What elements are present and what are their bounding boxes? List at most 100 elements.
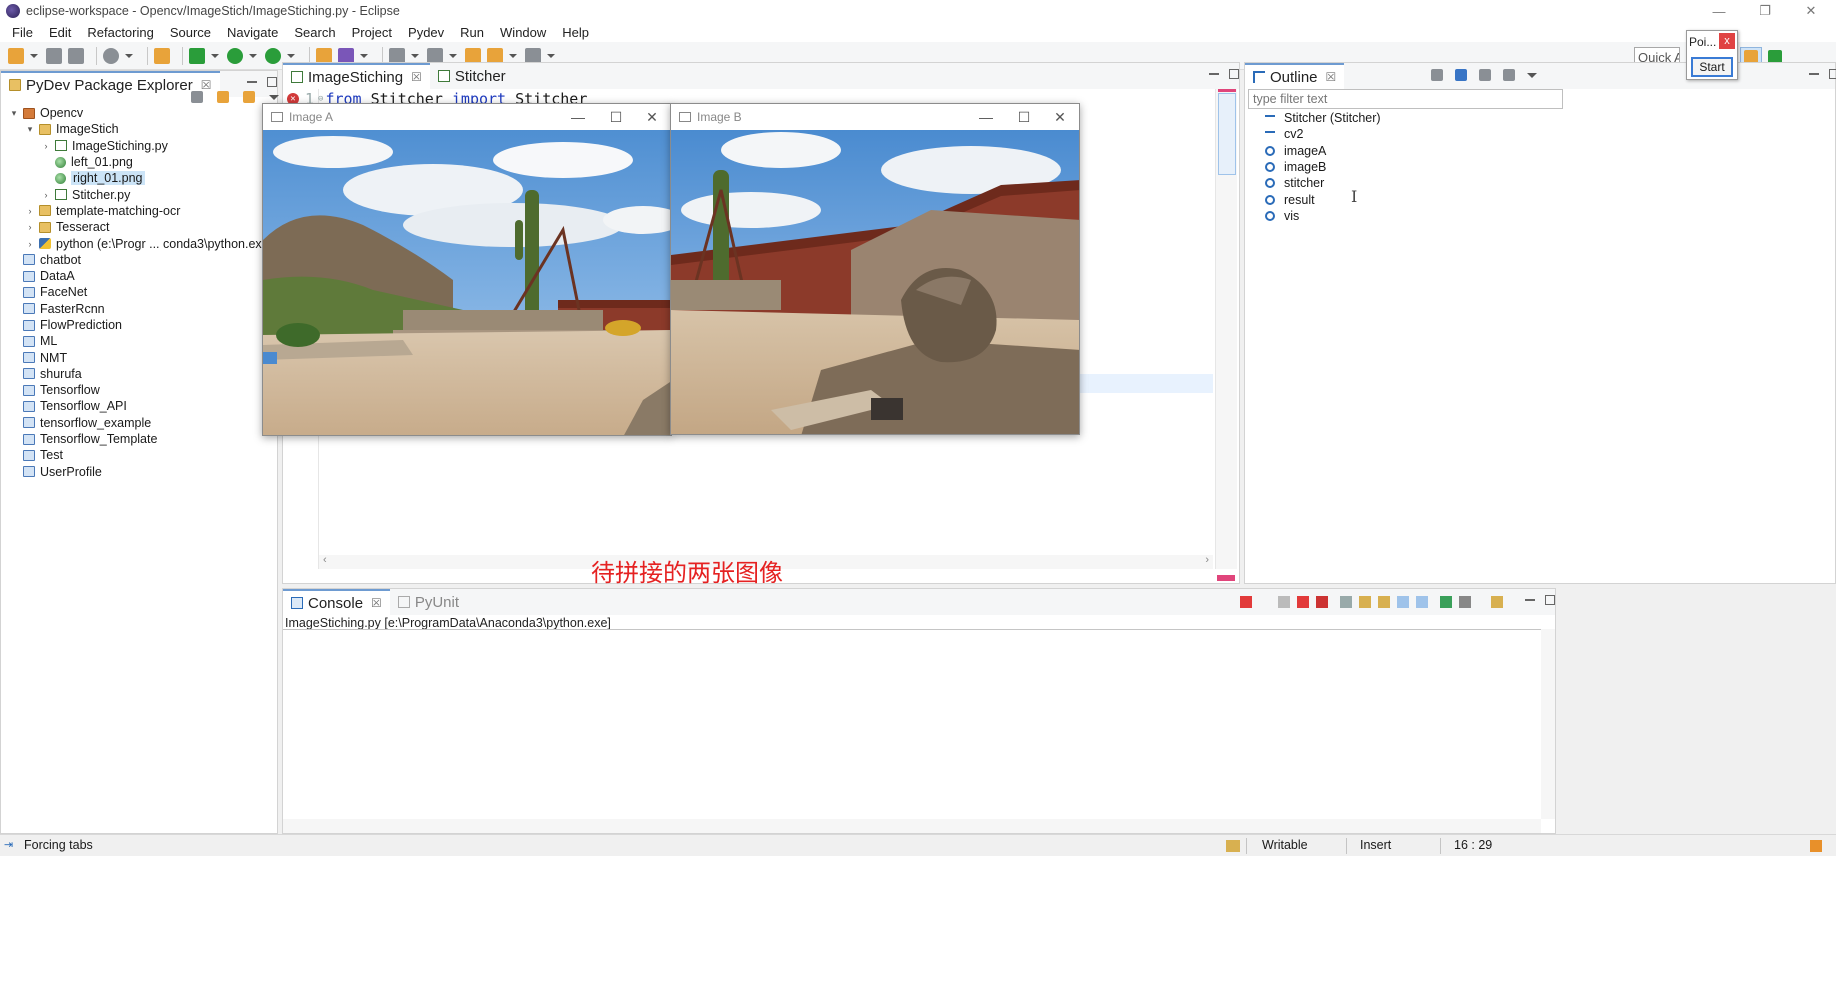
chevron-down-icon[interactable]: ▾ [9,108,19,119]
pydev-project-icon[interactable] [154,47,170,64]
menu-source[interactable]: Source [162,25,219,40]
menu-run[interactable]: Run [452,25,492,40]
view-menu-icon[interactable] [1527,73,1537,78]
prev-annotation-dropdown-icon[interactable] [449,53,457,58]
minimize-button[interactable]: — [967,104,1005,130]
disconnect-icon[interactable] [1297,596,1309,608]
tree-item[interactable]: NMT [1,349,277,365]
outline-filter-input[interactable]: type filter text [1248,89,1563,109]
maximize-icon[interactable] [267,77,277,87]
chevron-right-icon[interactable]: › [25,222,35,232]
tree-item[interactable]: right_01.png [1,170,277,186]
tree-item[interactable]: ▾ Opencv [1,105,277,121]
outline-item[interactable]: result [1265,191,1381,207]
new-dropdown-icon[interactable] [30,53,38,58]
image-b-window[interactable]: Image B — ☐ ✕ [670,103,1080,435]
maximize-button[interactable]: ☐ [597,104,635,130]
tree-item[interactable]: left_01.png [1,154,277,170]
chevron-right-icon[interactable]: › [41,141,51,151]
chevron-right-icon[interactable]: › [25,239,35,249]
run-dropdown-icon[interactable] [249,53,257,58]
console-vertical-scrollbar[interactable] [1541,629,1555,819]
menu-refactoring[interactable]: Refactoring [79,25,161,40]
scroll-lock-icon[interactable] [1359,596,1371,608]
chevron-right-icon[interactable]: › [25,206,35,216]
overview-error-indicator[interactable] [1217,575,1235,581]
outline-item[interactable]: imageA [1265,143,1381,159]
menu-project[interactable]: Project [344,25,400,40]
run-external-dropdown-icon[interactable] [287,53,295,58]
tab-pyunit[interactable]: PyUnit [390,589,467,615]
tree-item[interactable]: › template-matching-ocr [1,203,277,219]
close-button[interactable]: ✕ [1041,104,1079,130]
tab-outline[interactable]: Outline ☒ [1245,63,1345,89]
next-annotation-dropdown-icon[interactable] [411,53,419,58]
open-console-icon[interactable] [1491,596,1503,608]
image-a-titlebar[interactable]: Image A — ☐ ✕ [263,104,671,130]
editor-vertical-scrollbar[interactable] [1215,89,1237,569]
tree-item[interactable]: Tensorflow [1,382,277,398]
show-stderr-icon[interactable] [1416,596,1428,608]
tree-item[interactable]: chatbot [1,252,277,268]
scroll-thumb[interactable] [1218,93,1236,175]
back-dropdown-icon[interactable] [509,53,517,58]
tree-item[interactable]: FasterRcnn [1,301,277,317]
profile-dropdown-icon[interactable] [125,53,133,58]
terminate-icon[interactable] [1240,596,1252,608]
chevron-right-icon[interactable]: › [41,190,51,200]
show-stdout-icon[interactable] [1397,596,1409,608]
tree-item[interactable]: › Stitcher.py [1,186,277,202]
tree-item[interactable]: Test [1,447,277,463]
display-console-icon[interactable] [1459,596,1471,608]
stop-all-icon[interactable] [1316,596,1328,608]
debug-icon[interactable] [189,47,205,64]
tree-item[interactable]: › python (e:\Progr ... conda3\python.exe) [1,235,277,251]
image-b-titlebar[interactable]: Image B — ☐ ✕ [671,104,1079,130]
console-horizontal-scrollbar[interactable] [283,819,1541,833]
tree-item[interactable]: › ImageStiching.py [1,138,277,154]
outline-item[interactable]: stitcher [1265,175,1381,191]
minimize-icon[interactable] [247,77,257,83]
console-output[interactable] [283,629,1541,819]
maximize-icon[interactable] [1545,595,1555,605]
expand-icon[interactable] [1503,69,1515,81]
close-icon[interactable]: ☒ [411,70,422,84]
poi-start-button[interactable]: Start [1691,57,1733,77]
minimize-window-button[interactable]: — [1696,0,1742,22]
maximize-icon[interactable] [1829,69,1836,79]
menu-file[interactable]: File [4,25,41,40]
clear-console-icon[interactable] [1340,596,1352,608]
search-dropdown-icon[interactable] [360,53,368,58]
filter-icon[interactable] [1479,69,1491,81]
sort-icon[interactable] [1455,69,1467,81]
new-file-icon[interactable] [8,47,24,64]
chevron-down-icon[interactable]: ▾ [25,124,35,135]
outline-item[interactable]: imageB [1265,159,1381,175]
menu-help[interactable]: Help [554,25,597,40]
close-icon[interactable]: ☒ [1326,70,1337,84]
menu-edit[interactable]: Edit [41,25,79,40]
tree-item[interactable]: UserProfile [1,464,277,480]
tree-item[interactable]: ▾ ImageStich [1,121,277,137]
close-button[interactable]: ✕ [633,104,671,130]
tree-item[interactable]: shurufa [1,366,277,382]
scroll-right-icon[interactable]: › [1205,554,1209,566]
view-menu-icon[interactable] [269,95,279,100]
word-wrap-icon[interactable] [1378,596,1390,608]
profile-icon[interactable] [103,47,119,64]
debug-dropdown-icon[interactable] [211,53,219,58]
tree-item[interactable]: › Tesseract [1,219,277,235]
tab-imagestiching[interactable]: ImageStiching ☒ [283,63,430,89]
forward-dropdown-icon[interactable] [547,53,555,58]
tree-item[interactable]: Tensorflow_Template [1,431,277,447]
poi-close-button[interactable]: x [1719,33,1735,49]
tab-package-explorer[interactable]: PyDev Package Explorer ☒ [1,71,220,97]
save-icon[interactable] [46,47,62,64]
outline-item[interactable]: cv2 [1265,126,1381,142]
image-a-window[interactable]: Image A — ☐ ✕ [262,103,672,436]
save-all-icon[interactable] [68,47,84,64]
maximize-icon[interactable] [1229,69,1239,79]
tree-item[interactable]: FaceNet [1,284,277,300]
maximize-button[interactable]: ☐ [1005,104,1043,130]
run-icon[interactable] [227,47,243,64]
